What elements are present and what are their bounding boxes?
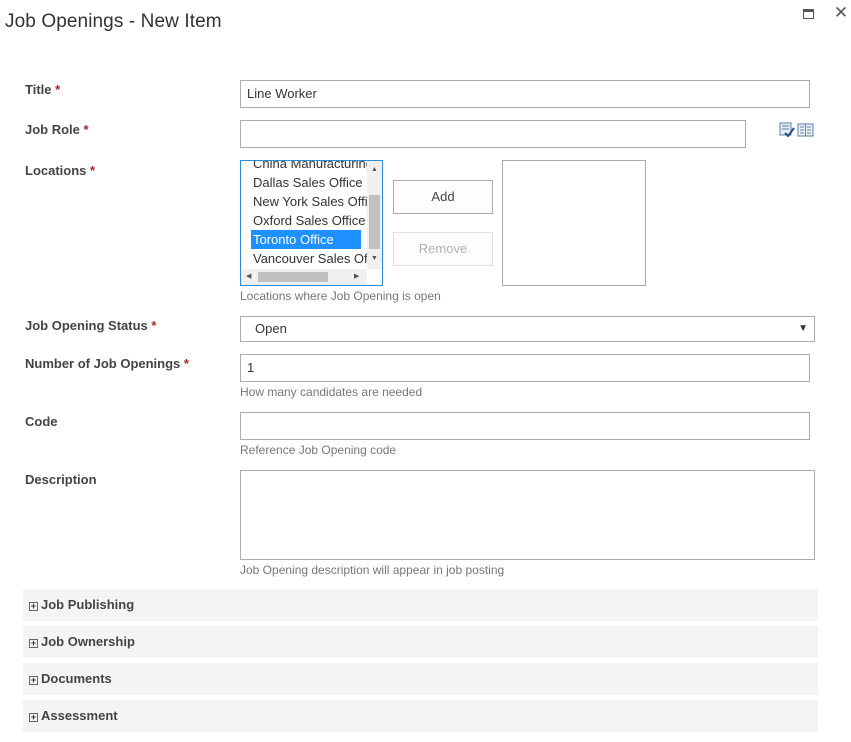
list-item-selected[interactable]: Toronto Office xyxy=(251,230,361,249)
status-select[interactable]: Open ▼ xyxy=(240,316,815,342)
required-marker: * xyxy=(90,163,96,178)
section-job-ownership[interactable]: + Job Ownership xyxy=(23,626,818,658)
list-item[interactable]: New York Sales Office xyxy=(241,192,367,211)
code-hint: Reference Job Opening code xyxy=(240,443,397,457)
required-marker: * xyxy=(151,318,157,333)
section-assessment[interactable]: + Assessment xyxy=(23,700,818,732)
remove-button[interactable]: Remove xyxy=(393,232,493,266)
required-marker: * xyxy=(55,82,61,97)
job-role-label: Job Role * xyxy=(25,122,89,137)
locations-hint: Locations where Job Opening is open xyxy=(240,289,441,303)
title-label-text: Title xyxy=(25,82,52,97)
locations-listbox[interactable]: China Manufacturing Dallas Sales Office … xyxy=(240,160,383,286)
scroll-right-arrow-icon[interactable]: ▶ xyxy=(354,273,359,281)
list-item[interactable]: Dallas Sales Office xyxy=(241,173,367,192)
vertical-scrollbar[interactable]: ▲ ▼ xyxy=(367,161,382,269)
add-button[interactable]: Add xyxy=(393,180,493,214)
expand-plus-icon[interactable]: + xyxy=(29,713,38,722)
code-label: Code xyxy=(25,414,58,429)
num-openings-hint: How many candidates are needed xyxy=(240,385,423,399)
description-textarea[interactable] xyxy=(240,470,815,560)
section-label: Job Ownership xyxy=(41,634,135,649)
description-label: Description xyxy=(25,472,97,487)
required-marker: * xyxy=(183,356,189,371)
num-openings-label-text: Number of Job Openings xyxy=(25,356,181,371)
scroll-thumb[interactable] xyxy=(369,195,380,249)
scroll-down-arrow-icon[interactable]: ▼ xyxy=(371,255,378,263)
list-item[interactable]: China Manufacturing xyxy=(241,161,367,173)
browse-directory-icon[interactable] xyxy=(797,123,814,137)
section-label: Assessment xyxy=(41,708,118,723)
section-documents[interactable]: + Documents xyxy=(23,663,818,695)
dialog-title: Job Openings - New Item xyxy=(5,11,222,32)
selected-locations-box[interactable] xyxy=(502,160,646,286)
section-label: Job Publishing xyxy=(41,597,135,612)
description-hint: Job Opening description will appear in j… xyxy=(240,563,505,577)
status-label-text: Job Opening Status xyxy=(25,318,148,333)
section-label: Documents xyxy=(41,671,112,686)
num-openings-input[interactable]: 1 xyxy=(240,354,810,382)
job-role-picker-icons xyxy=(779,122,815,138)
scroll-up-arrow-icon[interactable]: ▲ xyxy=(371,166,378,174)
job-role-input[interactable] xyxy=(240,120,746,148)
check-names-icon[interactable] xyxy=(779,122,795,138)
maximize-icon[interactable] xyxy=(797,4,819,24)
scroll-thumb[interactable] xyxy=(258,272,328,282)
status-select-value: Open xyxy=(255,321,287,336)
list-item[interactable]: Oxford Sales Office xyxy=(241,211,367,230)
code-input[interactable] xyxy=(240,412,810,440)
expand-plus-icon[interactable]: + xyxy=(29,676,38,685)
dropdown-arrow-icon[interactable]: ▼ xyxy=(798,317,808,341)
expand-plus-icon[interactable]: + xyxy=(29,639,38,648)
expand-plus-icon[interactable]: + xyxy=(29,602,38,611)
title-input[interactable]: Line Worker xyxy=(240,80,810,108)
list-item[interactable]: Vancouver Sales Office xyxy=(241,249,367,268)
section-job-publishing[interactable]: + Job Publishing xyxy=(23,589,818,621)
title-label: Title * xyxy=(25,82,60,97)
close-icon[interactable]: ✕ xyxy=(830,4,851,24)
num-openings-label: Number of Job Openings * xyxy=(25,356,189,371)
scroll-left-arrow-icon[interactable]: ◀ xyxy=(246,273,251,281)
status-label: Job Opening Status * xyxy=(25,318,156,333)
locations-options: China Manufacturing Dallas Sales Office … xyxy=(241,161,367,268)
locations-label: Locations * xyxy=(25,163,95,178)
horizontal-scrollbar[interactable]: ◀ ▶ xyxy=(241,269,367,285)
required-marker: * xyxy=(83,122,89,137)
locations-label-text: Locations xyxy=(25,163,87,178)
job-role-label-text: Job Role xyxy=(25,122,80,137)
